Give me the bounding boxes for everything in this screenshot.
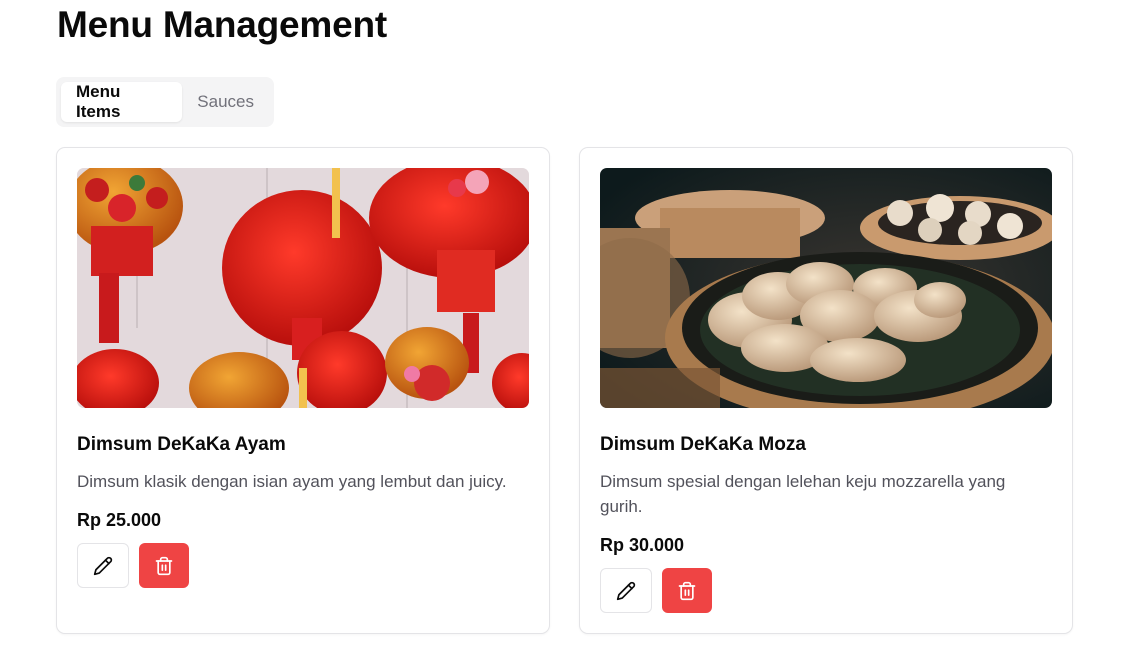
page-title: Menu Management — [57, 4, 388, 45]
menu-item-name: Dimsum DeKaKa Ayam — [77, 434, 286, 455]
menu-item-actions — [600, 568, 712, 613]
menu-item-image-dimsum — [600, 168, 1052, 408]
edit-button[interactable] — [77, 543, 129, 588]
edit-button[interactable] — [600, 568, 652, 613]
trash-icon — [678, 581, 696, 600]
tab-menu-items[interactable]: Menu Items — [61, 82, 183, 122]
menu-item-price: Rp 30.000 — [600, 535, 685, 555]
pencil-icon — [93, 556, 113, 575]
trash-icon — [155, 556, 173, 575]
menu-item-image-lanterns — [77, 168, 529, 408]
menu-item-price: Rp 25.000 — [77, 510, 162, 530]
menu-item-actions — [77, 543, 189, 588]
tab-list: Menu Items Sauces — [56, 77, 274, 127]
pencil-icon — [616, 581, 636, 600]
menu-item-card: Dimsum DeKaKa Moza Dimsum spesial dengan… — [579, 147, 1073, 634]
delete-button[interactable] — [662, 568, 712, 613]
delete-button[interactable] — [139, 543, 189, 588]
menu-item-name: Dimsum DeKaKa Moza — [600, 434, 806, 455]
page: Menu Management Menu Items Sauces Dimsum… — [0, 0, 1142, 661]
menu-item-description: Dimsum klasik dengan isian ayam yang lem… — [77, 472, 507, 491]
menu-item-card: Dimsum DeKaKa Ayam Dimsum klasik dengan … — [56, 147, 550, 634]
menu-item-description: Dimsum spesial dengan lelehan keju mozza… — [600, 472, 1006, 516]
tab-sauces[interactable]: Sauces — [182, 82, 269, 122]
